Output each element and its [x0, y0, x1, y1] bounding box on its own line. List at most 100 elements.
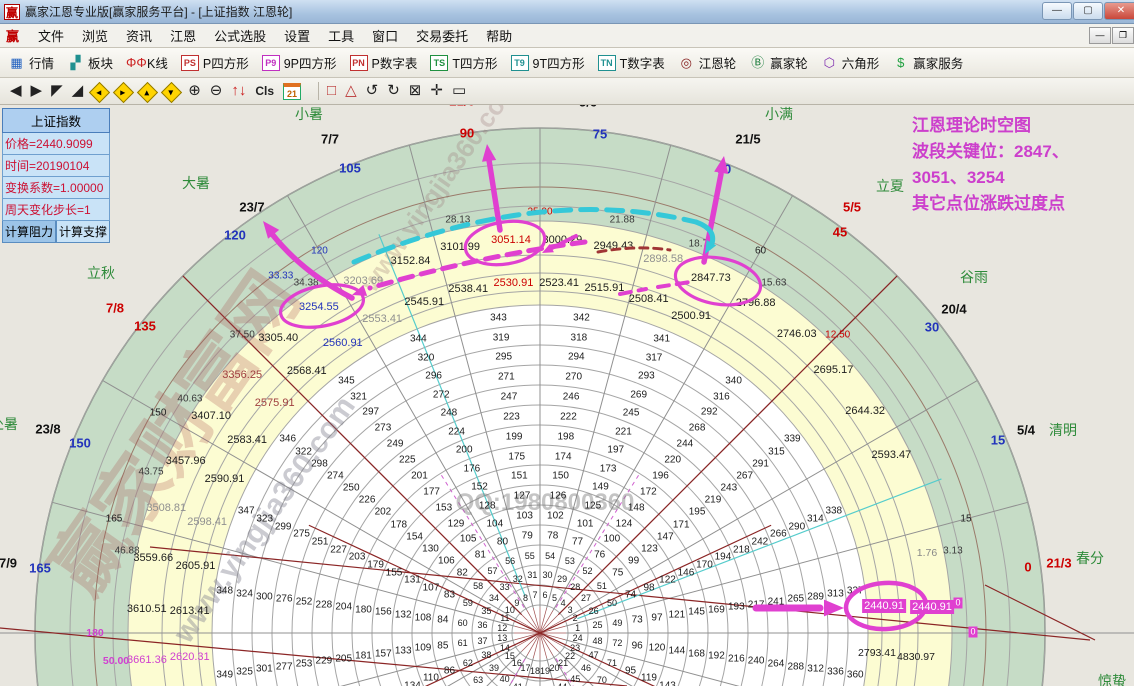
toolbar-button-hexagon[interactable]: ⬡六角形 [821, 53, 880, 72]
perimeter-label: 5/6 [579, 105, 597, 110]
menu-item-9[interactable]: 帮助 [477, 27, 521, 46]
spiral-number: 264 [768, 659, 785, 670]
diamond-left-icon[interactable]: ◂ [89, 81, 110, 102]
gann-wheel-chart[interactable]: 赢家财富网www.yingjia360.comwww.yingjia360.co… [0, 105, 1134, 686]
menu-item-3[interactable]: 江恩 [161, 27, 205, 46]
spiral-number: 58 [473, 581, 483, 591]
toolbar-button-p-table[interactable]: PNP数字表 [350, 53, 418, 72]
spiral-number: 250 [343, 483, 360, 494]
spiral-number: 134 [404, 680, 421, 686]
toolbar-button-gann-wheel[interactable]: ◎江恩轮 [678, 53, 737, 72]
toolbar-button-quotes[interactable]: ▦行情 [8, 53, 54, 72]
spiral-number: 294 [568, 352, 585, 363]
spiral-number: 245 [623, 408, 640, 419]
spiral-number: 148 [628, 502, 645, 513]
triangle-tool-icon[interactable]: △ [345, 80, 357, 102]
maximize-button[interactable]: ▢ [1073, 2, 1103, 20]
calc-resistance-button[interactable]: 计算阻力 [2, 221, 56, 243]
center-tool-icon[interactable]: ✛ [430, 80, 443, 102]
menu-item-1[interactable]: 浏览 [73, 27, 117, 46]
toolbar-button-9p-square[interactable]: P99P四方形 [262, 53, 337, 72]
spiral-number: 59 [463, 598, 473, 608]
menu-item-5[interactable]: 设置 [275, 27, 319, 46]
diamond-down-icon[interactable]: ▾ [161, 81, 182, 102]
menu-item-7[interactable]: 窗口 [363, 27, 407, 46]
close-button[interactable]: ✕ [1104, 2, 1134, 20]
minimize-button[interactable]: — [1042, 2, 1072, 20]
toolbar-label: 板块 [88, 53, 113, 72]
spiral-number: 290 [788, 521, 805, 532]
spiral-number: 241 [768, 596, 785, 607]
toolbar-button-9t-square[interactable]: T99T四方形 [511, 53, 585, 72]
spiral-number: 127 [514, 491, 531, 502]
spiral-number: 223 [503, 411, 520, 422]
perimeter-label: 5/4 [1017, 423, 1035, 438]
spiral-number: 296 [425, 371, 442, 382]
price-number: 3254.55 [299, 301, 339, 313]
menu-item-4[interactable]: 公式选股 [205, 27, 275, 46]
diamond-right-icon[interactable]: ▸ [113, 81, 134, 102]
percent-number: 25.00 [527, 207, 552, 218]
menu-item-6[interactable]: 工具 [319, 27, 363, 46]
square-tool-icon[interactable]: □ [327, 80, 336, 102]
spiral-number: 70 [597, 675, 607, 685]
spiral-number: 31 [527, 570, 537, 580]
menu-item-2[interactable]: 资讯 [117, 27, 161, 46]
spiral-number: 300 [256, 591, 273, 602]
calc-support-button[interactable]: 计算支撑 [56, 221, 110, 243]
toolbar-button-kline[interactable]: ΦΦK线 [126, 53, 168, 72]
rotate-cw-icon[interactable]: ↻ [387, 80, 400, 102]
spiral-number: 34 [489, 593, 499, 603]
next-arrow-icon[interactable]: ▶ [31, 80, 43, 102]
rotate-left-tri-icon[interactable]: ◤ [51, 80, 63, 102]
spiral-number: 63 [473, 675, 483, 685]
perimeter-label: 120 [224, 228, 246, 243]
spiral-number: 321 [350, 391, 367, 402]
menu-item-8[interactable]: 交易委托 [407, 27, 477, 46]
screen-tool-icon[interactable]: ▭ [452, 80, 466, 102]
price-number: 2515.91 [585, 282, 625, 294]
mdi-button-1[interactable]: ❐ [1112, 27, 1134, 44]
spiral-number: 146 [678, 567, 695, 578]
toolbar-label: P数字表 [372, 53, 418, 72]
toolbar-button-p-square[interactable]: PSP四方形 [181, 53, 249, 72]
table-icon: ▦ [8, 55, 25, 71]
spiral-number: 343 [490, 312, 507, 323]
mdi-button-0[interactable]: — [1089, 27, 1111, 44]
diamond-up-icon[interactable]: ▴ [137, 81, 158, 102]
spiral-number: 246 [563, 392, 580, 403]
percent-number: 21.88 [610, 215, 635, 226]
calendar-icon[interactable]: 21 [283, 83, 301, 100]
perimeter-label: 165 [29, 561, 51, 576]
perimeter-label: 惊蛰 [1098, 671, 1126, 686]
toolbar-button-winner-wheel[interactable]: Ⓑ赢家轮 [749, 53, 808, 72]
expand-tool-icon[interactable]: ⊠ [409, 80, 422, 102]
main-toolbar: ▦行情 ▞板块 ΦΦK线 PSP四方形 P99P四方形 PNP数字表 TST四方形 T99T四… [0, 48, 1134, 78]
toolbar-button-t-table[interactable]: TNT数字表 [598, 53, 665, 72]
price-marker-chip-0: 2440.91 [862, 599, 906, 613]
spiral-number: 106 [438, 556, 455, 567]
spiral-number: 30 [543, 570, 553, 580]
price-number: 2575.91 [255, 397, 295, 409]
updown-marks-icon[interactable]: ↑↓ [231, 80, 246, 102]
spiral-number: 242 [752, 536, 769, 547]
zoom-in-icon[interactable]: ⊕ [188, 80, 201, 102]
rotate-right-tri-icon[interactable]: ◢ [72, 80, 84, 102]
spiral-number: 104 [486, 518, 503, 529]
zoom-out-icon[interactable]: ⊖ [210, 80, 223, 102]
menu-logo: 赢 [6, 26, 19, 45]
rotate-ccw-icon[interactable]: ↺ [366, 80, 379, 102]
menu-item-0[interactable]: 文件 [29, 27, 73, 46]
toolbar-button-sectors[interactable]: ▞板块 [67, 53, 113, 72]
toolbar-button-t-square[interactable]: TST四方形 [430, 53, 497, 72]
perimeter-label: 立夏 [876, 176, 904, 196]
prev-arrow-icon[interactable]: ◀ [10, 80, 22, 102]
price-number: 3101.99 [440, 241, 480, 253]
toolbar-button-winner-service[interactable]: $赢家服务 [892, 53, 963, 72]
cls-button-icon[interactable]: Cls [255, 80, 274, 102]
spiral-number: 23 [570, 643, 580, 653]
spiral-number: 312 [807, 664, 824, 675]
spiral-number: 11 [500, 613, 509, 623]
spiral-number: 6 [542, 590, 547, 600]
price-number: 2695.17 [814, 364, 854, 376]
